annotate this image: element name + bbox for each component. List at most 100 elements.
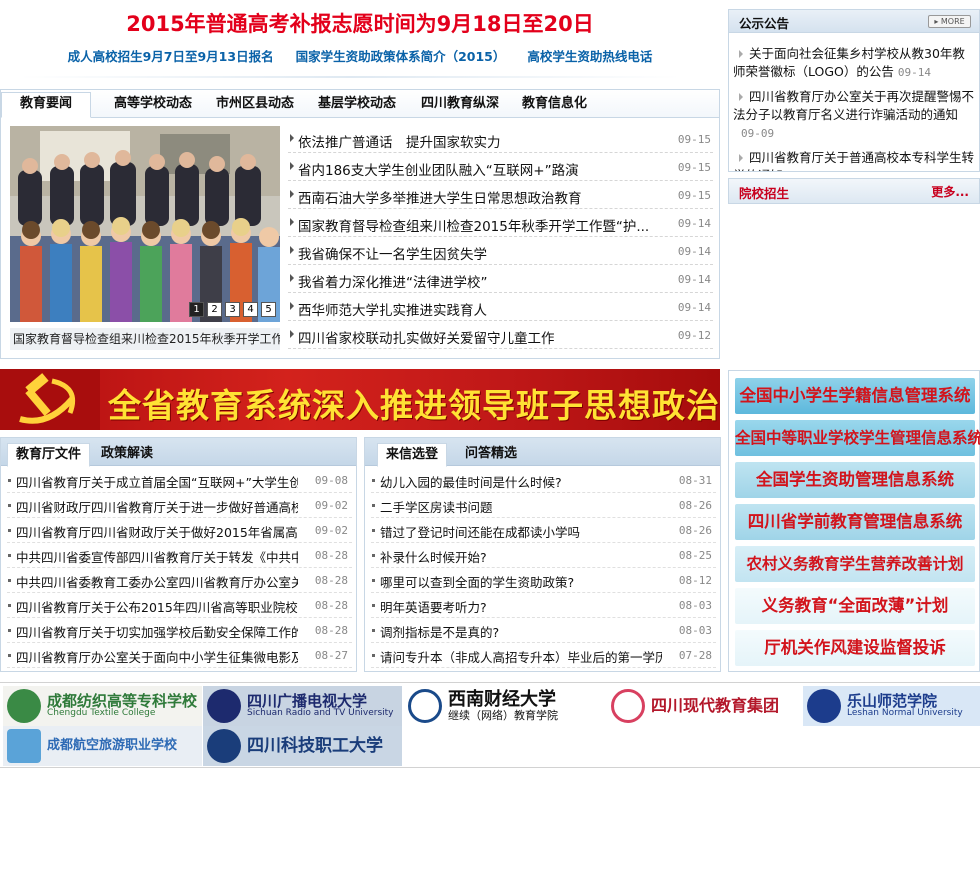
list-item-title[interactable]: 幼儿入园的最佳时间是什么时候? — [380, 472, 662, 491]
news-item-title[interactable]: 国家教育督导检查组来川检查2015年秋季开学工作暨“护... — [298, 215, 673, 235]
list-item[interactable]: 四川省教育厅办公室关于面向中小学生征集微电影及 08-27 — [7, 643, 352, 668]
list-item-title[interactable]: 四川省教育厅关于公布2015年四川省高等职业院校信 — [16, 597, 298, 616]
news-item[interactable]: 西南石油大学多举推进大学生日常思想政治教育 09-15 — [288, 181, 713, 209]
news-item[interactable]: 依法推广普通话 提升国家软实力 09-15 — [288, 125, 713, 153]
list-item-date: 08-26 — [678, 499, 712, 512]
news-item[interactable]: 我省着力深化推进“法律进学校” 09-14 — [288, 265, 713, 293]
tab-sichuan-education-depth[interactable]: 四川教育纵深 — [421, 93, 499, 118]
list-item-title[interactable]: 请问专升本（非成人高招专升本）毕业后的第一学历 — [380, 647, 662, 666]
list-item[interactable]: 错过了登记时间还能在成都读小学吗 08-26 — [371, 518, 716, 543]
news-item-date: 09-15 — [677, 133, 711, 146]
list-item[interactable]: 四川省教育厅关于切实加强学校后勤安全保障工作的 08-28 — [7, 618, 352, 643]
tab-education-news[interactable]: 教育要闻 — [1, 92, 91, 118]
list-item[interactable]: 四川省财政厅四川省教育厅关于进一步做好普通高校 09-02 — [7, 493, 352, 518]
list-item[interactable]: 四川省教育厅四川省财政厅关于做好2015年省属高校 09-02 — [7, 518, 352, 543]
system-link-nutrition-plan[interactable]: 农村义务教育学生营养改善计划 — [735, 546, 975, 582]
list-item-title[interactable]: 补录什么时候开始? — [380, 547, 662, 566]
tab-university-news[interactable]: 高等学校动态 — [114, 93, 192, 118]
notice-more-button[interactable]: ▸ MORE — [928, 15, 971, 28]
list-item[interactable]: 补录什么时候开始? 08-25 — [371, 543, 716, 568]
slideshow-photo[interactable] — [10, 126, 280, 322]
news-item-title[interactable]: 我省着力深化推进“法律进学校” — [298, 271, 673, 291]
tab-selected-letters[interactable]: 来信选登 — [377, 443, 448, 467]
list-item-title[interactable]: 中共四川省委教育工委办公室四川省教育厅办公室关 — [16, 572, 298, 591]
tab-grassroots-school-news[interactable]: 基层学校动态 — [318, 93, 396, 118]
system-link-vocational-student[interactable]: 全国中等职业学校学生管理信息系统 — [735, 420, 980, 456]
list-item-title[interactable]: 四川省教育厅办公室关于面向中小学生征集微电影及 — [16, 647, 298, 666]
list-item-title[interactable]: 四川省教育厅关于切实加强学校后勤安全保障工作的 — [16, 622, 298, 641]
list-item-title[interactable]: 错过了登记时间还能在成都读小学吗 — [380, 522, 662, 541]
list-item-date: 08-25 — [678, 549, 712, 562]
notice-item[interactable]: 关于面向社会征集乡村学校从教30年教师荣誉徽标（LOGO）的公告 09-14 — [733, 45, 977, 82]
list-item-title[interactable]: 四川省教育厅关于成立首届全国“互联网+”大学生创 — [16, 472, 298, 491]
list-item[interactable]: 中共四川省委教育工委办公室四川省教育厅办公室关 08-28 — [7, 568, 352, 593]
headline-title[interactable]: 2015年普通高考补报志愿时间为9月18日至20日 — [0, 8, 720, 38]
partner-logo-sichuan-radio-tv[interactable]: 四川广播电视大学 Sichuan Radio and TV University — [203, 686, 402, 726]
partner-logo-chengdu-textile[interactable]: 成都纺织高等专科学校 Chengdu Textile College — [3, 686, 202, 726]
news-item[interactable]: 省内186支大学生创业团队融入“互联网+”路演 09-15 — [288, 153, 713, 181]
list-item[interactable]: 请问专升本（非成人高招专升本）毕业后的第一学历 07-28 — [371, 643, 716, 668]
slide-page-4[interactable]: 4 — [243, 302, 258, 317]
news-item-title[interactable]: 省内186支大学生创业团队融入“互联网+”路演 — [298, 159, 673, 179]
tab-city-county-news[interactable]: 市州区县动态 — [216, 93, 294, 118]
list-item-title[interactable]: 中共四川省委宣传部四川省教育厅关于转发《中共中 — [16, 547, 298, 566]
news-item-title[interactable]: 西南石油大学多举推进大学生日常思想政治教育 — [298, 187, 673, 207]
tab-policy-interpretation[interactable]: 政策解读 — [93, 443, 161, 467]
list-item-title[interactable]: 调剂指标是不是真的? — [380, 622, 662, 641]
list-item[interactable]: 二手学区房读书问题 08-26 — [371, 493, 716, 518]
notice-item-title[interactable]: 四川省教育厅办公室关于再次提醒警惕不法分子以教育厅名义进行诈骗活动的通知 — [733, 89, 974, 122]
list-item[interactable]: 调剂指标是不是真的? 08-03 — [371, 618, 716, 643]
bullet-icon — [372, 654, 375, 657]
news-item-title[interactable]: 西华师范大学扎实推进实践育人 — [298, 299, 673, 319]
list-item-title[interactable]: 二手学区房读书问题 — [380, 497, 662, 516]
headline-link-adult-enroll[interactable]: 成人高校招生9月7日至9月13日报名 — [68, 46, 274, 65]
list-item[interactable]: 四川省教育厅关于公布2015年四川省高等职业院校信 08-28 — [7, 593, 352, 618]
list-item[interactable]: 四川省教育厅关于成立首届全国“互联网+”大学生创 09-08 — [7, 468, 352, 493]
list-item[interactable]: 中共四川省委宣传部四川省教育厅关于转发《中共中 08-28 — [7, 543, 352, 568]
list-item-date: 07-28 — [678, 649, 712, 662]
list-item-title[interactable]: 四川省财政厅四川省教育厅关于进一步做好普通高校 — [16, 497, 298, 516]
banner-political-construction[interactable]: 全省教育系统深入推进领导班子思想政治建设 — [0, 369, 720, 430]
list-item-title[interactable]: 哪里可以查到全面的学生资助政策? — [380, 572, 662, 591]
system-link-preschool[interactable]: 四川省学前教育管理信息系统 — [735, 504, 975, 540]
slideshow-caption[interactable]: 国家教育督导检查组来川检查2015年秋季开学工作 — [10, 328, 280, 350]
news-item[interactable]: 四川省家校联动扎实做好关爱留守儿童工作 09-12 — [288, 321, 713, 349]
system-link-complaints[interactable]: 厅机关作风建设监督投诉 — [735, 630, 975, 666]
list-item[interactable]: 明年英语要考听力? 08-03 — [371, 593, 716, 618]
arrow-icon — [739, 154, 743, 162]
slide-page-5[interactable]: 5 — [261, 302, 276, 317]
news-item-title[interactable]: 四川省家校联动扎实做好关爱留守儿童工作 — [298, 327, 673, 347]
news-item[interactable]: 西华师范大学扎实推进实践育人 09-14 — [288, 293, 713, 321]
headline-link-aid-hotline[interactable]: 高校学生资助热线电话 — [527, 46, 652, 65]
news-item-title[interactable]: 依法推广普通话 提升国家软实力 — [298, 131, 673, 151]
notice-item[interactable]: 四川省教育厅办公室关于再次提醒警惕不法分子以教育厅名义进行诈骗活动的通知 09-0… — [733, 88, 977, 143]
notice-item[interactable]: 四川省教育厅关于普通高校本专科学生转学的通知 — [733, 149, 977, 171]
partner-logo-leshan-normal[interactable]: 乐山师范学院 Leshan Normal University — [803, 686, 980, 726]
slide-page-2[interactable]: 2 — [207, 302, 222, 317]
news-list: 依法推广普通话 提升国家软实力 09-15 省内186支大学生创业团队融入“互联网… — [288, 125, 713, 349]
news-item-title[interactable]: 我省确保不让一名学生因贫失学 — [298, 243, 673, 263]
news-item[interactable]: 国家教育督导检查组来川检查2015年秋季开学工作暨“护... 09-14 — [288, 209, 713, 237]
slide-page-1[interactable]: 1 — [189, 302, 204, 317]
tab-education-informatization[interactable]: 教育信息化 — [522, 93, 587, 118]
tab-department-documents[interactable]: 教育厅文件 — [7, 443, 91, 467]
admission-panel: 院校招生 更多... — [728, 178, 980, 204]
system-link-student-aid[interactable]: 全国学生资助管理信息系统 — [735, 462, 975, 498]
admission-more-link[interactable]: 更多... — [931, 183, 969, 200]
notice-header: 公示公告 ▸ MORE — [729, 10, 979, 33]
list-item[interactable]: 幼儿入园的最佳时间是什么时候? 08-31 — [371, 468, 716, 493]
slide-page-3[interactable]: 3 — [225, 302, 240, 317]
notice-item-title[interactable]: 四川省教育厅关于普通高校本专科学生转学的通知 — [733, 150, 974, 171]
list-item-title[interactable]: 四川省教育厅四川省财政厅关于做好2015年省属高校 — [16, 522, 298, 541]
news-item[interactable]: 我省确保不让一名学生因贫失学 09-14 — [288, 237, 713, 265]
tab-qa-selection[interactable]: 问答精选 — [457, 443, 525, 467]
partner-logo-sichuan-modern-edu[interactable]: 四川现代教育集团 — [607, 686, 801, 726]
partner-logo-sichuan-sci-tech[interactable]: 四川科技职工大学 — [203, 726, 402, 766]
system-link-school-renovation[interactable]: 义务教育“全面改薄”计划 — [735, 588, 975, 624]
list-item[interactable]: 哪里可以查到全面的学生资助政策? 08-12 — [371, 568, 716, 593]
system-link-student-status[interactable]: 全国中小学生学籍信息管理系统 — [735, 378, 975, 414]
list-item-title[interactable]: 明年英语要考听力? — [380, 597, 662, 616]
headline-link-aid-policy[interactable]: 国家学生资助政策体系简介（2015） — [296, 46, 506, 65]
partner-logo-swufe[interactable]: 西南财经大学 继续（网络）教育学院 — [404, 686, 604, 726]
partner-logo-chengdu-aviation-tourism[interactable]: 成都航空旅游职业学校 — [3, 726, 202, 766]
